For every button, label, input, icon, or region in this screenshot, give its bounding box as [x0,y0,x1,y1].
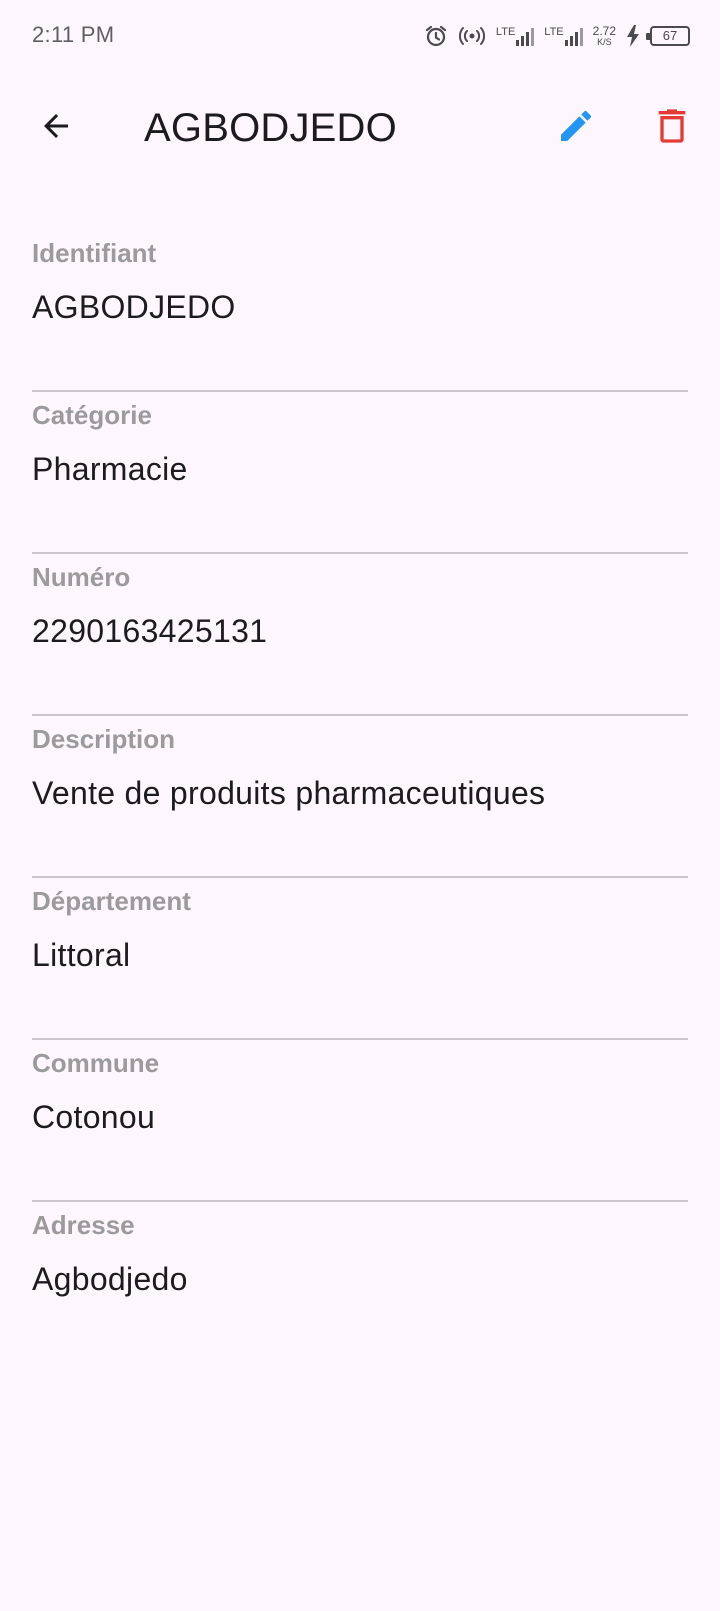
battery-icon: 67 [646,26,690,46]
field-description: Description Vente de produits pharmaceut… [32,716,688,878]
charging-icon [626,25,640,47]
status-bar: 2:11 PM LTE LTE 2.72 K/S 67 [0,0,720,72]
page-title: AGBODJEDO [144,106,397,150]
field-categorie: Catégorie Pharmacie [32,392,688,554]
network-speed: 2.72 K/S [593,25,616,47]
signal-1-icon: LTE [495,26,535,46]
field-commune: Commune Cotonou [32,1040,688,1202]
field-value: Pharmacie [32,451,188,487]
field-value: AGBODJEDO [32,289,236,325]
field-value: 2290163425131 [32,613,268,649]
trash-icon [652,106,692,151]
status-time: 2:11 PM [32,22,115,47]
alarm-icon [424,24,448,48]
field-value: Cotonou [32,1099,156,1135]
field-identifiant: Identifiant AGBODJEDO [32,230,688,392]
field-value: Vente de produits pharmaceutiques [32,775,546,811]
field-departement: Département Littoral [32,878,688,1040]
field-value: Agbodjedo [32,1261,188,1297]
network-2-label: LTE [544,26,564,38]
field-label: Numéro [32,562,131,592]
speed-unit: K/S [597,37,612,47]
network-1-label: LTE [495,26,516,38]
hotspot-icon [458,26,486,46]
battery-level: 67 [662,28,678,43]
back-button[interactable] [28,100,84,156]
details-list: Identifiant AGBODJEDO Catégorie Pharmaci… [32,230,688,1364]
field-label: Catégorie [32,400,152,430]
edit-button[interactable] [548,100,604,156]
pencil-icon [556,106,596,151]
field-value: Littoral [32,937,131,973]
speed-value: 2.72 [592,24,616,38]
app-bar: AGBODJEDO [0,72,720,184]
field-label: Commune [32,1048,160,1078]
field-adresse: Adresse Agbodjedo [32,1202,688,1364]
status-icons: LTE LTE 2.72 K/S 67 [424,20,690,52]
delete-button[interactable] [644,100,700,156]
signal-2-icon: LTE [544,26,583,46]
field-numero: Numéro 2290163425131 [32,554,688,716]
field-label: Identifiant [32,238,157,268]
field-label: Description [32,724,176,754]
field-label: Département [32,886,191,916]
field-label: Adresse [32,1210,135,1240]
arrow-back-icon [38,108,74,149]
